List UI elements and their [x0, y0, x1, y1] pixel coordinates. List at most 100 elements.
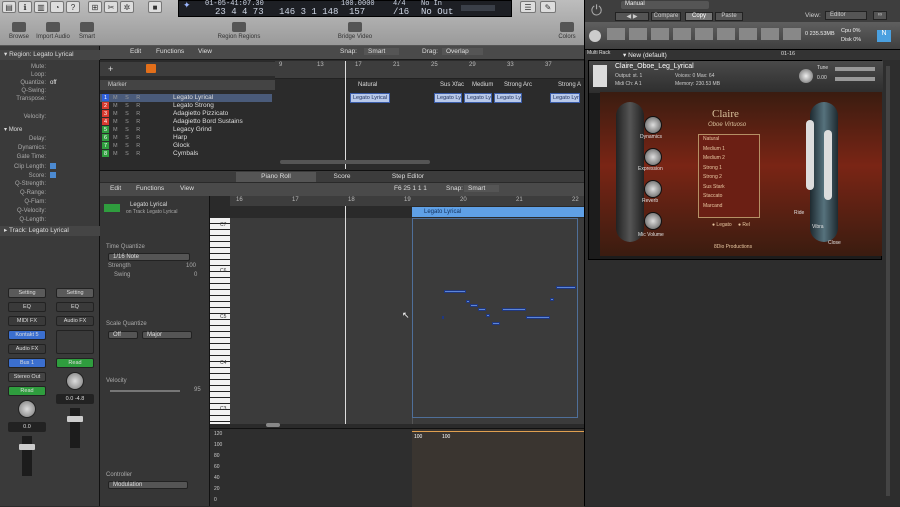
articulation-item[interactable]: Sus Stark [699, 183, 759, 193]
region-inspector-header[interactable]: ▾ Region: Legato Lyrical [0, 50, 100, 60]
track-mute-solo-record[interactable]: M S R [113, 142, 143, 150]
articulation-item[interactable]: Strong 2 [699, 173, 759, 183]
compare-button[interactable]: Compare [651, 12, 681, 21]
checkbox-icon[interactable] [50, 163, 56, 169]
multi-name[interactable]: ▾ New (default) [623, 51, 667, 59]
dynamics-dial[interactable] [644, 116, 662, 134]
tracks-edit-menu[interactable]: Edit [130, 48, 141, 55]
insp-gate-time[interactable]: Gate Time: [4, 154, 96, 160]
plugin-scrollbar[interactable] [886, 66, 890, 496]
audio-fx-slot[interactable]: Audio FX [8, 344, 46, 354]
midi-note[interactable] [478, 308, 486, 311]
time-quantize-select[interactable]: 1/16 Note [108, 253, 190, 261]
pan-slider[interactable] [835, 77, 875, 81]
midi-note[interactable] [502, 308, 526, 311]
colors-tool[interactable]: Colors [550, 22, 584, 40]
vibrato-slider[interactable] [824, 130, 832, 200]
midi-note[interactable] [492, 322, 500, 325]
insp-transpose[interactable]: Transpose: [4, 96, 96, 102]
list-editors-button[interactable]: ☰ [520, 1, 536, 13]
marker-natural[interactable]: Natural [358, 82, 377, 88]
pr-functions-menu[interactable]: Functions [136, 185, 164, 192]
pan-knob[interactable] [18, 400, 36, 418]
articulation-item[interactable]: Staccato [699, 192, 759, 202]
instrument-midi[interactable]: Midi Ch: A 1 [615, 81, 642, 87]
marker-track[interactable]: Marker [100, 80, 275, 90]
editors-button[interactable]: ✂ [104, 1, 118, 13]
setting-button[interactable]: Setting [8, 288, 46, 298]
preset-select[interactable]: Manual [621, 1, 709, 9]
pr-view-menu[interactable]: View [180, 185, 194, 192]
midi-region[interactable]: Legato Lyr [434, 93, 462, 103]
track-header[interactable]: 7 M S R Glock [100, 142, 272, 150]
scale-quantize-off[interactable]: Off [108, 331, 138, 339]
insp-qflam[interactable]: Q-Flam: [4, 199, 96, 205]
browse-tool[interactable]: Browse [0, 22, 38, 40]
bridge-video-tool[interactable]: Bridge Video [330, 22, 380, 40]
midi-region[interactable]: Legato Lyrical [350, 93, 390, 103]
bus-send[interactable]: Bus 1 [8, 358, 46, 368]
track-name[interactable]: Adagietto Pizzicato [173, 110, 228, 118]
midi-note[interactable] [444, 290, 466, 293]
eq-display[interactable]: EQ [56, 302, 94, 312]
insp-quantize[interactable]: Quantize: off [4, 80, 96, 86]
mic-volume-dial[interactable] [644, 212, 662, 230]
release-button[interactable]: ● Rel [738, 222, 750, 228]
midi-note[interactable] [486, 314, 490, 317]
controller-select[interactable]: Modulation [108, 481, 188, 489]
browser-icon[interactable] [607, 28, 625, 40]
output-icon[interactable] [673, 28, 691, 40]
track-inspector-header[interactable]: ▸ Track: Legato Lyrical [0, 226, 100, 236]
track-header[interactable]: 1 M S R Legato Lyrical [100, 94, 272, 102]
articulation-item[interactable]: Strong 1 [699, 164, 759, 174]
insp-clip-length[interactable]: Clip Length: [4, 163, 96, 170]
insp-qstrength[interactable]: Q-Strength: [4, 181, 96, 187]
paste-button[interactable]: Paste [715, 12, 743, 21]
setting-button[interactable]: Setting [56, 288, 94, 298]
marker-strong-arc[interactable]: Strong Arc [504, 82, 532, 88]
strength-value[interactable]: 100 [186, 263, 196, 269]
articulation-item[interactable]: Natural [699, 135, 759, 145]
articulation-item[interactable]: Marcand [699, 202, 759, 212]
automation-read-button[interactable]: Read [8, 386, 46, 396]
track-mute-solo-record[interactable]: M S R [113, 134, 143, 142]
track-name[interactable]: Legato Strong [173, 102, 214, 110]
tracks-functions-menu[interactable]: Functions [156, 48, 184, 55]
smart-controls-button[interactable]: ◔ [50, 1, 64, 13]
track-mute-solo-record[interactable]: M S R [113, 94, 143, 102]
files-icon[interactable] [739, 28, 757, 40]
copy-button[interactable]: Copy [685, 12, 713, 21]
midi-note[interactable] [526, 316, 550, 319]
track-name[interactable]: Cymbals [173, 150, 198, 158]
insp-velocity[interactable]: Velocity: [4, 114, 96, 120]
add-track-icon[interactable]: + [108, 64, 113, 74]
marker-strong-a[interactable]: Strong A [558, 82, 581, 88]
track-name[interactable]: Glock [173, 142, 190, 150]
insp-score[interactable]: Score: [4, 172, 96, 179]
keyboard-icon[interactable] [695, 28, 713, 40]
library-button[interactable]: ▤ [2, 1, 16, 13]
articulation-item[interactable]: Medium 1 [699, 145, 759, 155]
insp-qvelocity[interactable]: Q-Velocity: [4, 208, 96, 214]
ctrl-line[interactable] [412, 431, 584, 432]
mixer-button[interactable]: ⊞ [88, 1, 102, 13]
lcd-display[interactable]: ✦ 01-05-41:07.30 23 4 4 73 146 3 1 148 1… [178, 0, 512, 17]
insp-more-toggle[interactable]: ▾ More [4, 126, 96, 133]
insp-qlength[interactable]: Q-Length: [4, 217, 96, 223]
tracks-scrollbar[interactable] [280, 160, 430, 164]
output-slot[interactable]: Stereo Out [8, 372, 46, 382]
quick-icon[interactable] [717, 28, 735, 40]
insp-delay[interactable]: Delay: [4, 136, 96, 142]
midi-region[interactable]: Legato Lyr [494, 93, 522, 103]
track-header[interactable]: 5 M S R Legacy Grind [100, 126, 272, 134]
power-icon[interactable]: ⏻ [591, 2, 602, 19]
help-button[interactable]: ? [66, 1, 80, 13]
link-icon[interactable]: ∞ [873, 11, 887, 20]
catch-playhead-icon[interactable] [146, 64, 156, 73]
piano-keyboard[interactable]: C7 C6 C5 C4 C3 [210, 218, 230, 424]
track-header[interactable]: 3 M S R Adagietto Pizzicato [100, 110, 272, 118]
audio-fx-slot[interactable]: Audio FX [56, 316, 94, 326]
instrument-name[interactable]: Claire_Oboe_Leg_Lyrical [615, 63, 694, 70]
track-mute-solo-record[interactable]: M S R [113, 150, 143, 158]
articulation-item[interactable]: Medium 2 [699, 154, 759, 164]
